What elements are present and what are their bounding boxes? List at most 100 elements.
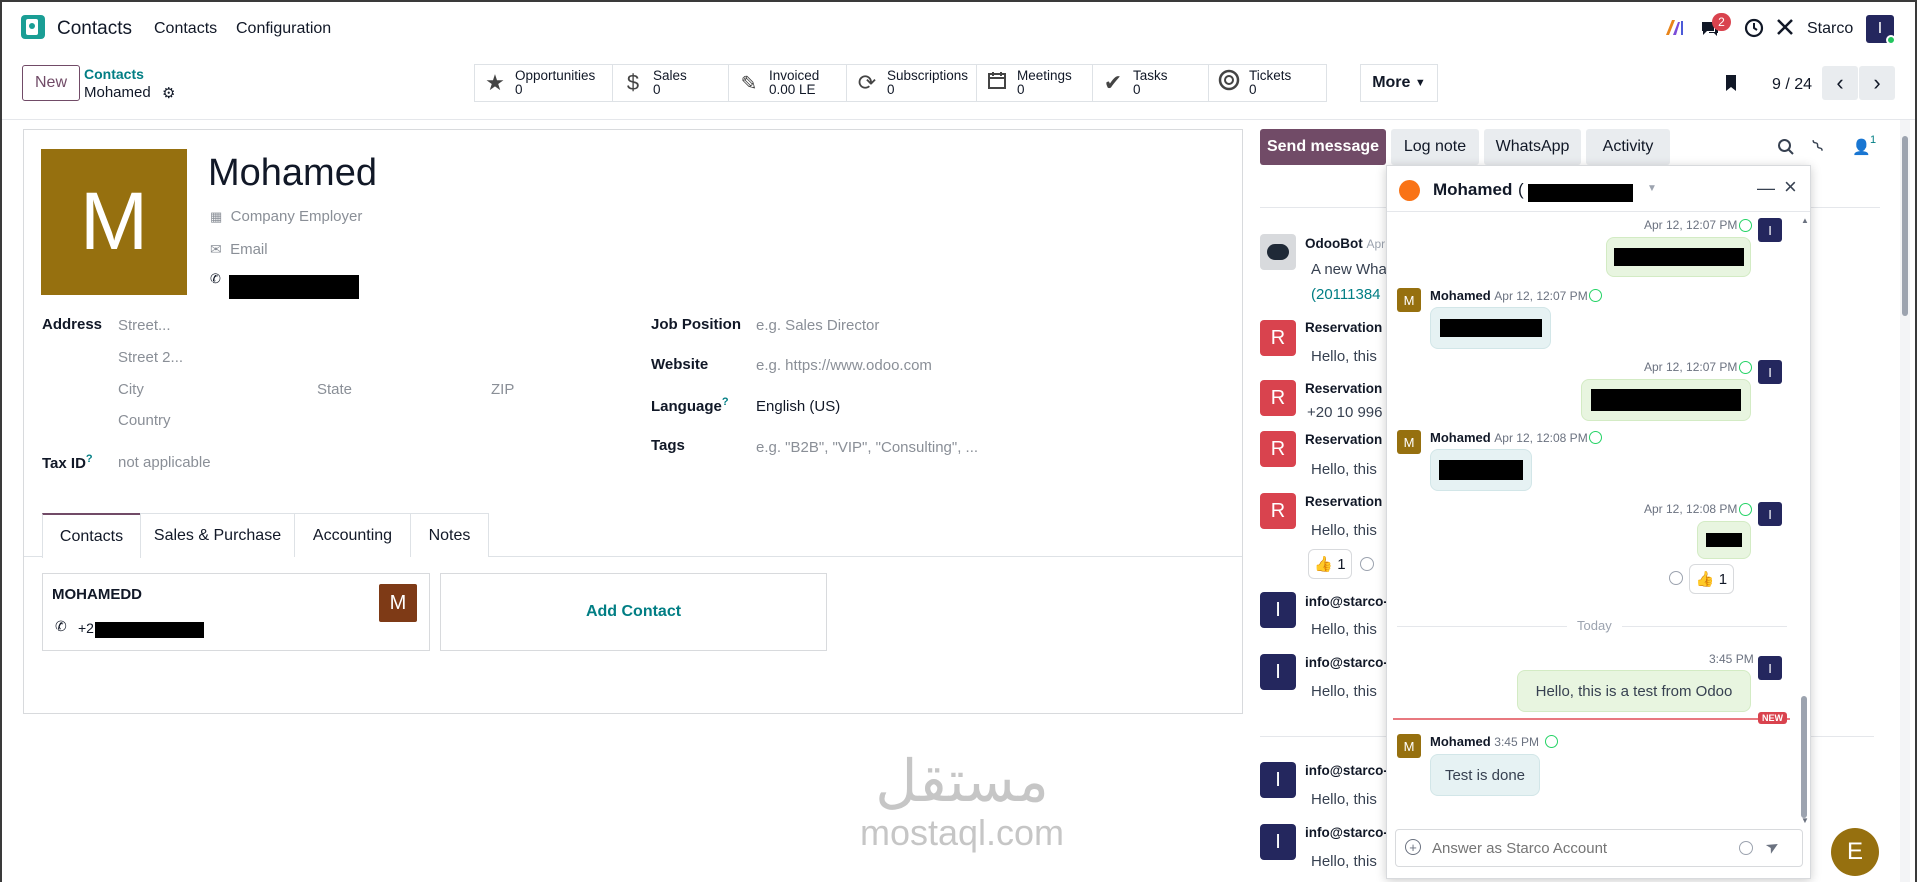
state-input[interactable]: State (317, 381, 352, 398)
website-input[interactable]: e.g. https://www.odoo.com (756, 357, 932, 374)
menu-configuration[interactable]: Configuration (236, 20, 331, 38)
pager-value[interactable]: 9 / 24 (1772, 76, 1812, 94)
more-button[interactable]: More ▼ (1360, 64, 1438, 102)
floating-avatar-button[interactable]: E (1831, 828, 1879, 876)
close-icon[interactable]: × (1784, 174, 1797, 200)
message-author: Reservation (1305, 381, 1383, 396)
message-body: Hello, this (1311, 791, 1377, 808)
followers-icon[interactable]: 👤 (1852, 138, 1871, 156)
smart-button-opportunities[interactable]: ★ Opportunities 0 (474, 64, 613, 102)
star-icon: ★ (485, 70, 505, 95)
ai-icon[interactable] (1664, 18, 1684, 41)
outgoing-bubble[interactable] (1581, 379, 1751, 421)
smart-button-subscriptions[interactable]: ⟳ Subscriptions 0 (846, 64, 977, 102)
street-input[interactable]: Street... (118, 317, 171, 334)
minimize-icon[interactable]: — (1757, 178, 1775, 199)
message-author: Reservation (1305, 494, 1383, 509)
reaction-chip[interactable]: 👍 1 (1689, 564, 1734, 594)
reaction-chip[interactable]: 👍 1 (1308, 549, 1352, 579)
page-scrollbar[interactable] (1900, 120, 1910, 882)
incoming-bubble[interactable] (1430, 449, 1532, 491)
app-name[interactable]: Contacts (57, 18, 132, 40)
tags-label: Tags (651, 437, 685, 454)
smart-button-sales[interactable]: $ Sales 0 (612, 64, 729, 102)
paperclip-icon[interactable]: ⌇ (1808, 136, 1828, 158)
child-contact-card[interactable]: MOHAMEDD M ✆ +2 (42, 573, 430, 651)
incoming-bubble[interactable] (1430, 307, 1551, 349)
whatsapp-button[interactable]: WhatsApp (1484, 129, 1581, 165)
company-name[interactable]: Starco (1807, 20, 1853, 38)
control-panel: New Contacts Mohamed ⚙ ★ Opportunities 0 … (2, 54, 1915, 120)
phone-field[interactable]: ✆ (210, 270, 221, 287)
zip-input[interactable]: ZIP (491, 381, 514, 398)
plus-icon[interactable]: + (1405, 839, 1421, 855)
whatsapp-icon (1739, 219, 1752, 232)
add-reaction-icon[interactable] (1669, 571, 1683, 585)
message-author: Mohamed 3:45 PM (1430, 734, 1539, 749)
smart-button-tasks[interactable]: ✔ Tasks 0 (1092, 64, 1209, 102)
message-link[interactable]: (20111384 (1311, 286, 1381, 303)
language-help-icon[interactable]: ? (722, 396, 729, 408)
chat-compose-input[interactable] (1432, 837, 1732, 859)
menu-contacts[interactable]: Contacts (154, 20, 217, 38)
scroll-down-icon[interactable]: ▼ (1801, 816, 1809, 825)
street2-input[interactable]: Street 2... (118, 349, 183, 366)
message-author: OdooBot Apr (1305, 236, 1386, 251)
new-button[interactable]: New (22, 65, 80, 101)
self-avatar: I (1758, 502, 1782, 526)
smart-button-tickets[interactable]: Tickets 0 (1208, 64, 1327, 102)
chat-title[interactable]: Mohamed (1433, 180, 1512, 200)
add-contact-button[interactable]: Add Contact (440, 573, 827, 651)
smart-button-meetings[interactable]: Meetings 0 (976, 64, 1093, 102)
incoming-bubble[interactable]: Test is done (1430, 754, 1540, 796)
activity-button[interactable]: Activity (1586, 129, 1670, 165)
outgoing-bubble[interactable] (1606, 237, 1751, 277)
tab-sales-purchase[interactable]: Sales & Purchase (140, 513, 295, 557)
tab-contacts[interactable]: Contacts (42, 513, 141, 558)
taxid-input[interactable]: not applicable (118, 454, 211, 471)
message-author: info@starco- (1305, 763, 1388, 778)
page-scrollbar-thumb[interactable] (1902, 136, 1908, 316)
tags-input[interactable]: e.g. "B2B", "VIP", "Consulting", ... (756, 439, 978, 456)
chat-scrollbar[interactable]: ▲ ▼ (1800, 216, 1809, 826)
send-icon[interactable]: ➤ (1762, 835, 1784, 859)
tab-notes[interactable]: Notes (410, 513, 489, 557)
message-author: info@starco- (1305, 825, 1388, 840)
chat-composer: + ➤ (1395, 829, 1803, 867)
emoji-icon[interactable] (1739, 841, 1753, 855)
contact-name-field[interactable]: Mohamed (208, 152, 377, 195)
smart-button-invoiced[interactable]: ✎ Invoiced 0.00 LE (728, 64, 847, 102)
breadcrumb-contacts[interactable]: Contacts (84, 66, 144, 82)
chevron-down-icon[interactable]: ▼ (1647, 183, 1657, 194)
whatsapp-icon (1739, 361, 1752, 374)
contacts-app-icon[interactable] (21, 15, 45, 39)
job-position-input[interactable]: e.g. Sales Director (756, 317, 879, 334)
language-select[interactable]: English (US) (756, 398, 840, 415)
outgoing-bubble[interactable]: Hello, this is a test from Odoo (1517, 670, 1751, 712)
company-field[interactable]: ▦ Company Employer (210, 208, 362, 225)
email-field[interactable]: ✉ Email (210, 241, 268, 258)
tools-icon[interactable] (1776, 18, 1794, 41)
send-message-button[interactable]: Send message (1260, 129, 1386, 165)
city-input[interactable]: City (118, 381, 144, 398)
add-reaction-icon[interactable] (1360, 557, 1374, 571)
tab-accounting[interactable]: Accounting (294, 513, 411, 557)
outgoing-bubble[interactable] (1697, 521, 1751, 559)
country-input[interactable]: Country (118, 412, 171, 429)
contact-avatar[interactable]: M (41, 149, 187, 295)
clock-icon[interactable] (1744, 18, 1764, 43)
log-note-button[interactable]: Log note (1391, 129, 1479, 165)
self-avatar: I (1758, 218, 1782, 242)
pager-next-button[interactable]: › (1859, 66, 1895, 100)
scroll-up-icon[interactable]: ▲ (1801, 216, 1809, 225)
chat-scrollbar-thumb[interactable] (1801, 696, 1807, 818)
bookmark-icon[interactable] (1724, 74, 1740, 97)
gear-icon[interactable]: ⚙ (162, 84, 175, 102)
notification-badge: 2 (1712, 13, 1731, 31)
taxid-help-icon[interactable]: ? (86, 453, 93, 465)
pager-previous-button[interactable]: ‹ (1822, 66, 1858, 100)
search-icon[interactable] (1777, 138, 1795, 160)
new-messages-separator (1393, 718, 1790, 720)
odoobot-avatar (1260, 234, 1296, 270)
website-label: Website (651, 356, 709, 373)
